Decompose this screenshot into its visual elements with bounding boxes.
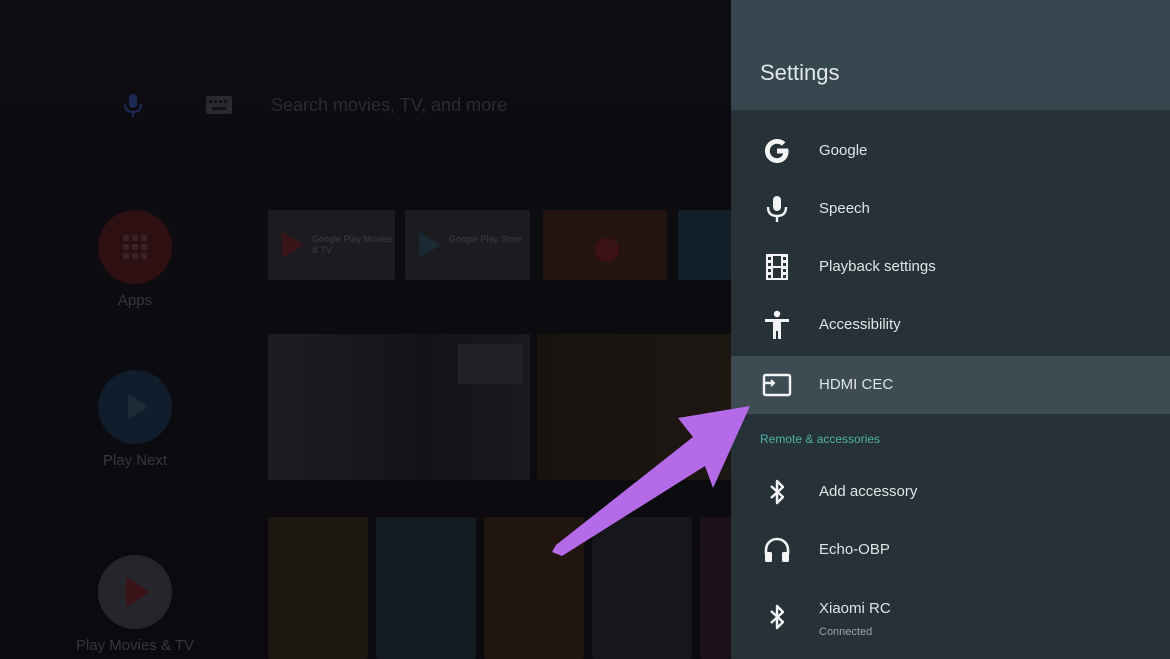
section-header-remote-accessories: Remote & accessories: [760, 432, 881, 446]
movie-poster[interactable]: [376, 517, 476, 659]
item-label: Echo-OBP: [819, 541, 890, 558]
card-title: Google Play Store: [449, 234, 523, 244]
card-title: Google Play Movies & TV: [312, 234, 393, 255]
settings-header: Settings: [731, 0, 1170, 110]
settings-item-echo-obp[interactable]: Echo-OBP: [731, 521, 1170, 579]
featured-movie-card[interactable]: [537, 334, 731, 480]
rail-label: Play Movies & TV: [75, 637, 195, 654]
play-movies-logo-icon: [282, 232, 304, 258]
rail-item-apps[interactable]: Apps: [60, 210, 210, 309]
poster-art: [458, 344, 522, 384]
rail-item-play-next[interactable]: Play Next: [60, 370, 210, 469]
card-play-movies[interactable]: Google Play Movies & TV: [268, 210, 395, 280]
item-label: Accessibility: [819, 316, 901, 333]
movie-poster[interactable]: [700, 517, 731, 659]
microphone-icon: [766, 196, 788, 222]
accessibility-icon: [765, 310, 789, 339]
play-store-logo-icon: [419, 232, 441, 258]
search-row[interactable]: Search movies, TV, and more: [0, 80, 731, 130]
card-app[interactable]: [543, 210, 667, 280]
rail-item-play-movies[interactable]: Play Movies & TV: [60, 555, 210, 654]
item-label: Playback settings: [819, 258, 936, 275]
item-label: Xiaomi RC: [819, 600, 891, 617]
film-strip-icon: [766, 254, 788, 280]
rail-label: Apps: [117, 292, 153, 309]
settings-item-xiaomi-rc[interactable]: Xiaomi RC Connected: [731, 588, 1170, 646]
play-next-icon: [98, 370, 172, 444]
connection-status: Connected: [819, 626, 873, 638]
apps-grid-icon: [98, 210, 172, 284]
movie-poster[interactable]: [592, 517, 692, 659]
settings-item-google[interactable]: Google: [731, 122, 1170, 180]
item-label: Google: [819, 142, 868, 159]
settings-title: Settings: [760, 60, 840, 85]
settings-item-speech[interactable]: Speech: [731, 180, 1170, 238]
item-label: Speech: [819, 200, 870, 217]
card-app[interactable]: [678, 210, 731, 280]
hdmi-input-icon: [762, 373, 792, 397]
microphone-icon[interactable]: [121, 92, 145, 118]
search-placeholder[interactable]: Search movies, TV, and more: [271, 95, 507, 116]
card-play-store[interactable]: Google Play Store: [405, 210, 530, 280]
movie-poster[interactable]: [268, 517, 368, 659]
rail-label: Play Next: [102, 452, 168, 469]
featured-video-card[interactable]: [268, 334, 530, 480]
settings-item-add-accessory[interactable]: Add accessory: [731, 463, 1170, 521]
bluetooth-icon: [770, 479, 785, 505]
settings-item-accessibility[interactable]: Accessibility: [731, 296, 1170, 354]
keyboard-icon[interactable]: [205, 95, 233, 115]
settings-panel: Settings Google Speech Playback settings: [731, 0, 1170, 659]
settings-item-playback[interactable]: Playback settings: [731, 238, 1170, 296]
google-g-icon: [765, 139, 789, 163]
bluetooth-icon: [770, 604, 785, 630]
home-screen-background: Search movies, TV, and more Apps Play Ne…: [0, 0, 731, 659]
item-label: HDMI CEC: [819, 376, 894, 393]
settings-item-hdmi-cec[interactable]: HDMI CEC: [731, 356, 1170, 414]
item-label: Add accessory: [819, 483, 918, 500]
headphones-icon: [764, 537, 790, 562]
movie-poster[interactable]: [484, 517, 584, 659]
app-logo-icon: [595, 238, 619, 262]
play-movies-icon: [98, 555, 172, 629]
